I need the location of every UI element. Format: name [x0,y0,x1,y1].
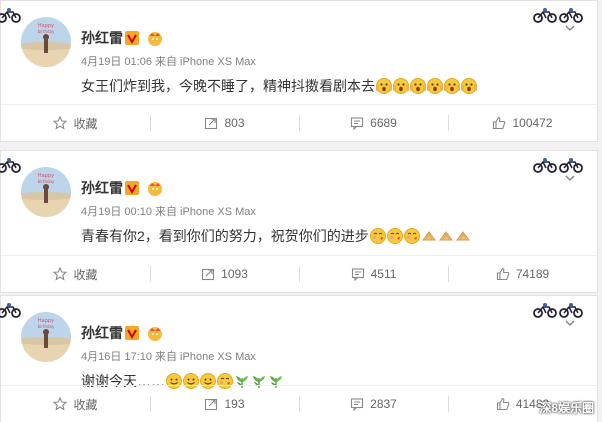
comment-count: 2837 [370,397,397,411]
like-count: 74189 [515,267,550,281]
user-name[interactable]: 孙红雷 [81,323,123,343]
repost-button[interactable]: 193 [150,386,299,422]
like-button[interactable]: 100472 [448,105,597,141]
comment-button[interactable]: 6689 [299,105,448,141]
repost-count: 803 [224,116,245,130]
motorbikes-decoration-icon [533,7,583,23]
post-content: 青春有你2，看到你们的努力，祝贺你们的进步 [81,226,471,246]
motorbike-decoration-icon [0,7,21,23]
motorbikes-decoration-icon [533,302,583,318]
comment-icon [351,268,364,281]
favorite-label: 收藏 [73,116,98,131]
favorite-label: 收藏 [73,267,98,282]
member-crown-icon[interactable] [146,324,164,342]
weibo-post: 孙红雷 4月16日 17:10 来自 iPhone XS Max 谢谢今天…… … [0,295,598,422]
avatar[interactable] [21,167,71,217]
shocked-emoji-icon [444,78,460,94]
user-name[interactable]: 孙红雷 [81,28,123,48]
avatar[interactable] [21,312,71,362]
post-time[interactable]: 4月19日 01:06 [81,56,152,68]
post-source: 来自 iPhone XS Max [155,56,256,68]
avatar[interactable] [21,17,71,67]
post-text: 女王们炸到我，今晚不睡了，精神抖擞看剧本去 [81,78,375,94]
favorite-button[interactable]: 收藏 [1,256,150,292]
shocked-emoji-icon [461,78,477,94]
favorite-label: 收藏 [73,397,98,412]
repost-button[interactable]: 1093 [150,256,299,292]
emoji-row [376,78,477,94]
favorite-button[interactable]: 收藏 [1,386,150,422]
star-icon [53,116,68,130]
post-source: 来自 iPhone XS Max [155,351,256,363]
post-text: 青春有你2，看到你们的努力，祝贺你们的进步 [81,228,369,244]
watermark: 深8娱乐圈 [539,401,594,415]
weibo-post: 孙红雷 4月19日 00:10 来自 iPhone XS Max 青春有你2，看… [0,150,598,293]
emoji-row [369,228,471,244]
comment-icon [351,398,364,411]
post-content: 女王们炸到我，今晚不睡了，精神抖擞看剧本去 [81,76,477,96]
member-crown-icon[interactable] [146,179,164,197]
action-bar: 收藏 193 2837 41482 [1,385,597,422]
clap-emoji-icon [456,231,470,241]
kiss-emoji-icon [403,228,420,244]
thumbs-up-icon [493,116,506,130]
kiss-emoji-icon [386,228,403,244]
comment-count: 6689 [370,116,397,130]
kiss-emoji-icon [369,228,386,244]
motorbikes-decoration-icon [533,157,583,173]
favorite-button[interactable]: 收藏 [1,105,150,141]
share-icon [202,268,215,281]
motorbike-decoration-icon [0,302,21,318]
comment-button[interactable]: 2837 [299,386,448,422]
comment-count: 4511 [370,267,397,281]
star-icon [53,267,68,281]
post-source: 来自 iPhone XS Max [155,206,256,218]
chevron-down-icon[interactable] [565,173,575,183]
comment-button[interactable]: 4511 [299,256,448,292]
weibo-post: 孙红雷 4月19日 01:06 来自 iPhone XS Max 女王们炸到我，… [0,0,598,142]
share-icon [205,117,218,130]
post-meta: 4月19日 00:10 来自 iPhone XS Max [81,203,256,219]
like-count: 100472 [512,116,553,130]
repost-count: 193 [224,397,245,411]
repost-count: 1093 [221,267,248,281]
member-crown-icon[interactable] [146,29,164,47]
comment-icon [351,117,364,130]
clap-emoji-icon [422,231,436,241]
chevron-down-icon[interactable] [565,23,575,33]
user-name[interactable]: 孙红雷 [81,178,123,198]
verified-badge-icon [125,31,139,45]
motorbike-decoration-icon [0,157,21,173]
post-time[interactable]: 4月16日 17:10 [81,351,152,363]
shocked-emoji-icon [427,78,443,94]
post-time[interactable]: 4月19日 00:10 [81,206,152,218]
action-bar: 收藏 1093 4511 74189 [1,255,597,292]
thumbs-up-icon [496,267,510,281]
chevron-down-icon[interactable] [565,318,575,328]
verified-badge-icon [125,326,139,340]
post-meta: 4月19日 01:06 来自 iPhone XS Max [81,53,256,69]
star-icon [53,397,68,411]
thumbs-up-icon [496,397,510,411]
share-icon [205,398,218,411]
shocked-emoji-icon [410,78,426,94]
action-bar: 收藏 803 6689 100472 [1,104,597,141]
verified-badge-icon [125,181,139,195]
shocked-emoji-icon [376,78,392,94]
shocked-emoji-icon [393,78,409,94]
post-meta: 4月16日 17:10 来自 iPhone XS Max [81,348,256,364]
repost-button[interactable]: 803 [150,105,299,141]
like-button[interactable]: 74189 [448,256,597,292]
clap-emoji-icon [439,231,453,241]
